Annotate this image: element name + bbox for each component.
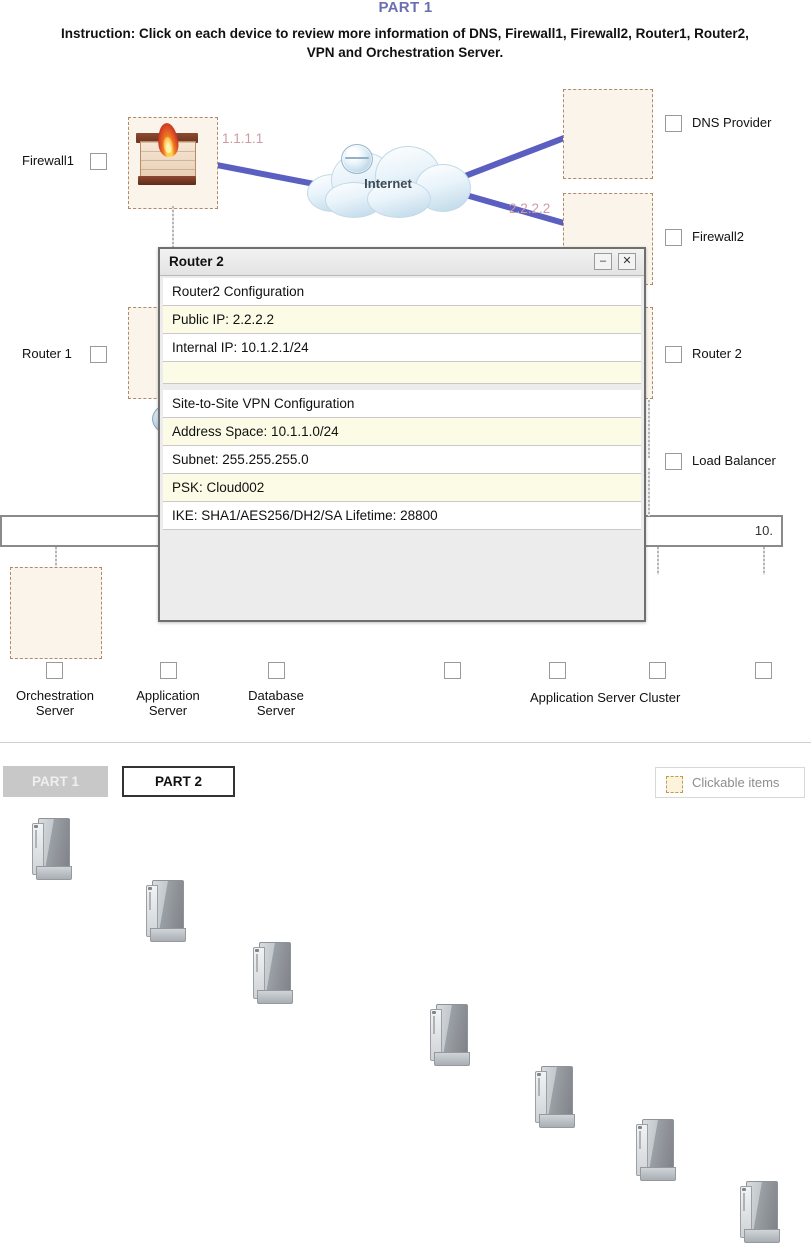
tab-part-1[interactable]: PART 1 <box>3 766 108 797</box>
database-server-icon[interactable] <box>253 942 297 1004</box>
router2-label: Router 2 <box>692 346 742 361</box>
load-balancer-label: Load Balancer <box>692 453 776 468</box>
dialog-body: Router2 Configuration Public IP: 2.2.2.2… <box>163 278 641 617</box>
tab-part-2[interactable]: PART 2 <box>122 766 235 797</box>
instruction-text: Instruction: Click on each device to rev… <box>61 26 749 60</box>
cluster-server-icon-1[interactable] <box>430 1004 474 1066</box>
link-firewall1-router1 <box>172 206 174 252</box>
checkbox-dns-provider[interactable] <box>665 115 682 132</box>
subnet-bar-label: 10. <box>754 523 773 538</box>
checkbox-orchestration-server[interactable] <box>46 662 63 679</box>
internet-label: Internet <box>364 176 412 191</box>
checkbox-firewall2[interactable] <box>665 229 682 246</box>
application-server-label-line2: Server <box>148 703 188 718</box>
dialog-row: Router2 Configuration <box>163 278 641 306</box>
link-subnet-cluster-4 <box>763 547 765 575</box>
dialog-title: Router 2 <box>169 254 224 269</box>
link-subnet-cluster-3 <box>657 547 659 575</box>
checkbox-router2[interactable] <box>665 346 682 363</box>
checkbox-database-server[interactable] <box>268 662 285 679</box>
orchestration-server-label-line2: Server <box>35 703 75 718</box>
orchestration-server-label-line1: Orchestration <box>15 688 95 703</box>
exam-canvas: PART 1 Instruction: Click on each device… <box>0 0 811 1243</box>
cluster-label: Application Server Cluster <box>530 690 681 705</box>
firewall2-ip-label: 2.2.2.2 <box>509 201 551 216</box>
dialog-row: IKE: SHA1/AES256/DH2/SA Lifetime: 28800 <box>163 502 641 530</box>
checkbox-cluster-1[interactable] <box>444 662 461 679</box>
legend-clickable-items: Clickable items <box>655 767 805 798</box>
dialog-row: Address Space: 10.1.1.0/24 <box>163 418 641 446</box>
dialog-row: Subnet: 255.255.255.0 <box>163 446 641 474</box>
dns-provider-label: DNS Provider <box>692 115 772 130</box>
dialog-row <box>163 362 641 384</box>
page-title: PART 1 <box>378 0 433 16</box>
close-icon[interactable]: ✕ <box>618 253 636 270</box>
database-server-label-line1: Database <box>248 688 304 703</box>
firewall1-label: Firewall1 <box>22 153 75 168</box>
checkbox-cluster-3[interactable] <box>649 662 666 679</box>
checkbox-load-balancer[interactable] <box>665 453 682 470</box>
dialog-row: Site-to-Site VPN Configuration <box>163 390 641 418</box>
dns-provider-clickable-zone[interactable] <box>563 89 653 179</box>
application-server-icon[interactable] <box>146 880 190 942</box>
internet-cloud: Internet <box>303 138 473 218</box>
link-router2-loadbalancer <box>648 400 650 458</box>
firewall2-label: Firewall2 <box>692 229 745 244</box>
checkbox-firewall1[interactable] <box>90 153 107 170</box>
database-server-label-line2: Server <box>256 703 296 718</box>
cluster-server-icon-2[interactable] <box>535 1066 579 1128</box>
orchestration-server-clickable-zone[interactable] <box>10 567 102 659</box>
cluster-server-icon-3[interactable] <box>636 1119 680 1181</box>
legend-label: Clickable items <box>692 775 780 790</box>
checkbox-application-server[interactable] <box>160 662 177 679</box>
firewall1-ip-label: 1.1.1.1 <box>222 131 264 146</box>
dialog-row: Internal IP: 10.1.2.1/24 <box>163 334 641 362</box>
application-server-label-line1: Application <box>136 688 200 703</box>
dialog-row: PSK: Cloud002 <box>163 474 641 502</box>
cluster-server-icon-4[interactable] <box>740 1181 784 1243</box>
minimize-icon[interactable]: – <box>594 253 612 270</box>
link-loadbalancer-subnet <box>648 468 650 516</box>
checkbox-router1[interactable] <box>90 346 107 363</box>
footer-divider <box>0 742 811 743</box>
dialog-row: Public IP: 2.2.2.2 <box>163 306 641 334</box>
router2-dialog: Router 2 – ✕ Router2 Configuration Publi… <box>158 247 646 622</box>
checkbox-cluster-2[interactable] <box>549 662 566 679</box>
orchestration-server-icon[interactable] <box>32 818 76 880</box>
clickable-swatch-icon <box>666 776 683 793</box>
firewall1-icon[interactable] <box>136 122 202 189</box>
checkbox-cluster-4[interactable] <box>755 662 772 679</box>
dialog-title-bar: Router 2 – ✕ <box>160 249 644 276</box>
router1-label: Router 1 <box>22 346 72 361</box>
globe-icon <box>341 144 373 174</box>
